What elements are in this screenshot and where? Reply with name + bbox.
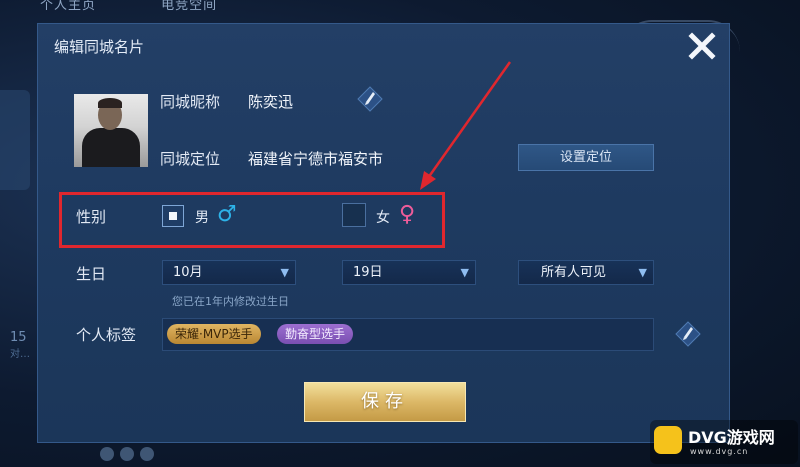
close-icon[interactable] [686,30,718,62]
watermark-brand: DVG游戏网 [688,428,775,447]
location-value: 福建省宁德市福安市 [248,150,384,168]
chevron-down-icon: ▼ [280,266,289,279]
background-side-panel [0,90,30,190]
watermark: DVG游戏网 www.dvg.cn [650,420,798,464]
tag-badge: 荣耀·MVP选手 [167,324,261,344]
gender-highlight-box [59,192,445,248]
birthday-month-value: 10月 [173,265,203,280]
tag-badge: 勤奋型选手 [277,324,354,344]
birthday-day-select[interactable]: 19日 ▼ [342,260,476,285]
birthday-day-value: 19日 [353,265,383,280]
edit-nickname-icon[interactable] [356,85,384,113]
set-location-button[interactable]: 设置定位 [518,144,654,171]
bg-tab-profile[interactable]: 个人主页 [40,0,96,13]
background-avatars [100,446,160,465]
avatar[interactable] [74,94,148,167]
edit-city-card-dialog: 编辑同城名片 同城昵称 陈奕迅 同城定位 福建省宁德市福安市 设置定位 性别 男… [37,23,730,443]
chevron-down-icon: ▼ [638,266,647,279]
birthday-visibility-select[interactable]: 所有人可见 ▼ [518,260,654,285]
save-button[interactable]: 保存 [304,382,466,422]
birthday-month-select[interactable]: 10月 ▼ [162,260,296,285]
background-subtext: 对… [10,349,30,360]
edit-tags-icon[interactable] [674,320,702,348]
birthday-visibility-value: 所有人可见 [541,265,607,280]
gamepad-logo-icon [654,426,682,454]
chevron-down-icon: ▼ [460,266,469,279]
birthday-hint: 您已在1年内修改过生日 [172,295,289,308]
bg-tab-esports[interactable]: 电竞空间 [161,0,217,13]
dialog-title: 编辑同城名片 [54,38,145,56]
background-number: 15 [10,330,27,345]
watermark-url: www.dvg.cn [690,447,749,456]
nickname-value: 陈奕迅 [248,93,294,111]
nickname-label: 同城昵称 [160,93,221,111]
birthday-label: 生日 [76,265,107,283]
location-label: 同城定位 [160,150,221,168]
background-tabs: 个人主页 电竞空间 [40,0,277,13]
tags-label: 个人标签 [76,326,137,344]
tags-field[interactable]: 荣耀·MVP选手 勤奋型选手 [162,318,654,351]
